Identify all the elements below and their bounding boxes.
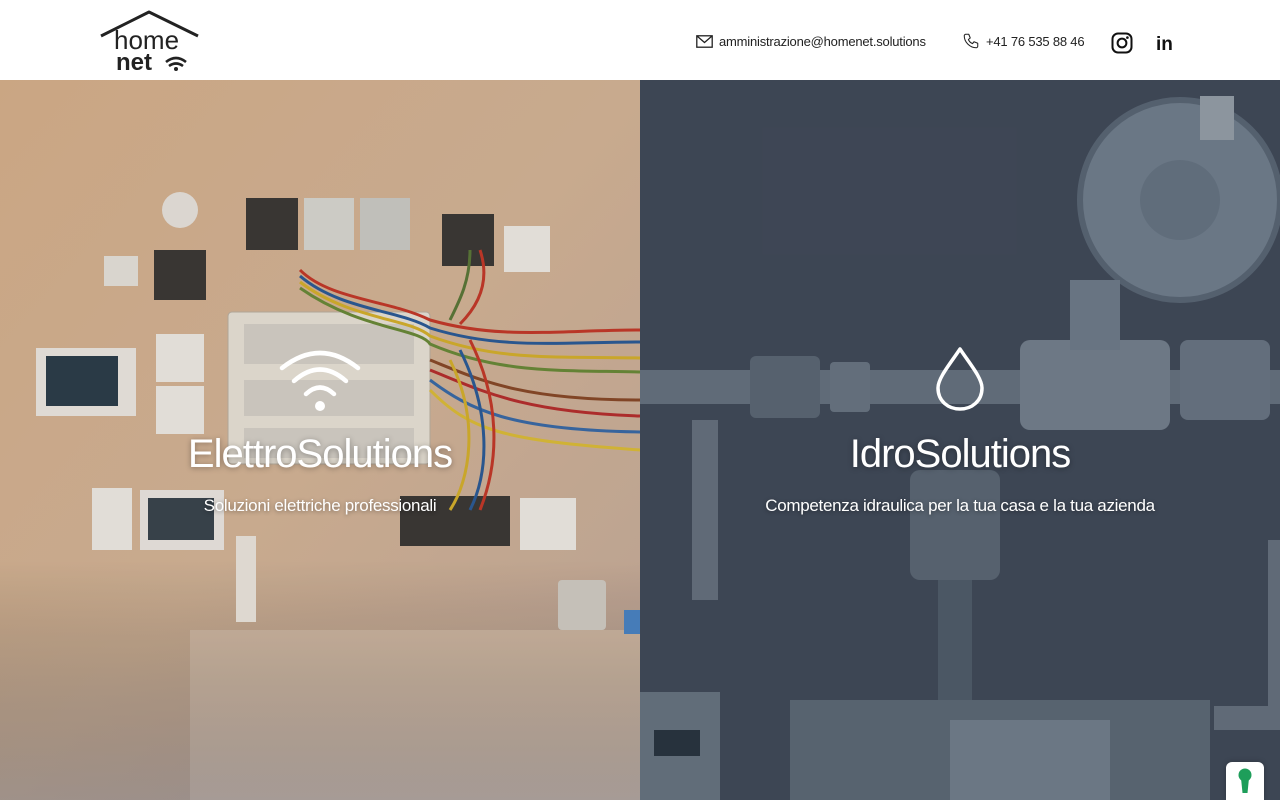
linkedin-icon: in xyxy=(1156,34,1173,55)
site-header: home net amministrazione@homenet.solutio… xyxy=(0,0,1280,80)
homenet-logo[interactable]: home net xyxy=(98,8,202,76)
logo-house-icon: home net xyxy=(100,10,199,76)
email-link[interactable]: amministrazione@homenet.solutions xyxy=(696,30,926,52)
idro-subtitle: Competenza idraulica per la tua casa e l… xyxy=(765,496,1155,515)
phone-icon xyxy=(963,33,979,49)
elettro-subtitle: Soluzioni elettriche professionali xyxy=(203,496,437,515)
email-text: amministrazione@homenet.solutions xyxy=(719,33,926,49)
phone-text: +41 76 535 88 46 xyxy=(986,33,1085,49)
instagram-link[interactable] xyxy=(1111,32,1133,54)
elettro-solutions-panel[interactable]: ElettroSolutions Soluzioni elettriche pr… xyxy=(0,80,640,800)
svg-text:in: in xyxy=(1156,34,1173,54)
cookie-settings-button[interactable] xyxy=(1226,762,1264,800)
idro-title: IdroSolutions xyxy=(849,432,1071,476)
water-drop-icon xyxy=(936,347,984,411)
phone-link[interactable]: +41 76 535 88 46 xyxy=(962,30,1085,52)
keyhole-icon xyxy=(1238,768,1252,793)
mail-icon xyxy=(696,34,713,48)
logo-word-net: net xyxy=(116,49,152,74)
elettro-title: ElettroSolutions xyxy=(187,432,453,476)
wifi-icon xyxy=(279,350,361,411)
linkedin-link[interactable]: in xyxy=(1154,32,1176,55)
idro-solutions-panel[interactable]: IdroSolutions Competenza idraulica per l… xyxy=(640,80,1280,800)
instagram-icon xyxy=(1111,32,1133,54)
